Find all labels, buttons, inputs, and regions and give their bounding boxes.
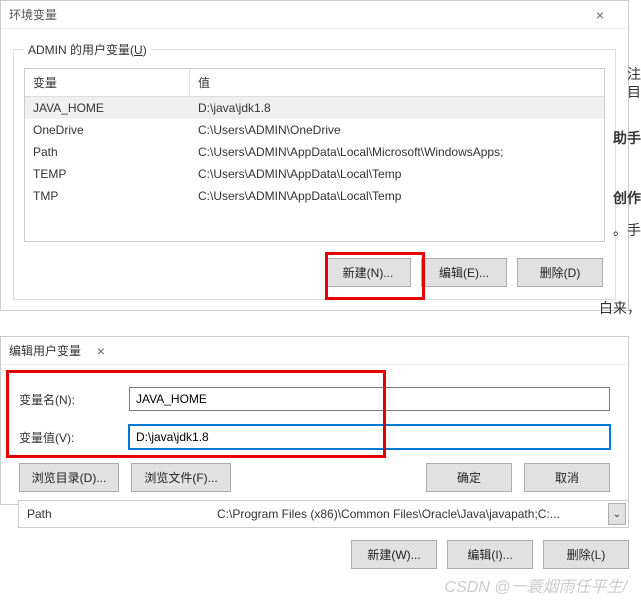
new-button[interactable]: 新建(N)... <box>325 258 411 287</box>
user-vars-group: ADMIN 的用户变量(U) 变量 值 JAVA_HOME D:\java\jd… <box>13 49 616 300</box>
cell-val: C:\Users\ADMIN\AppData\Local\Microsoft\W… <box>190 141 604 163</box>
edit-button[interactable]: 编辑(E)... <box>421 258 507 287</box>
cell-var: OneDrive <box>25 119 190 141</box>
cell-val: C:\Users\ADMIN\OneDrive <box>190 119 604 141</box>
browse-file-button[interactable]: 浏览文件(F)... <box>131 463 231 492</box>
close-icon[interactable]: × <box>580 7 620 23</box>
ok-button[interactable]: 确定 <box>426 463 512 492</box>
var-value-label: 变量值(V): <box>19 429 129 446</box>
side-text: 创作 <box>613 188 641 208</box>
header-variable[interactable]: 变量 <box>25 69 190 96</box>
dialog1-titlebar: 环境变量 × <box>1 1 628 29</box>
user-vars-table[interactable]: 变量 值 JAVA_HOME D:\java\jdk1.8 OneDrive C… <box>24 68 605 242</box>
side-text: 白来， <box>599 298 641 318</box>
cell-val: C:\Users\ADMIN\AppData\Local\Temp <box>190 185 604 207</box>
group-key: U <box>134 43 143 57</box>
cell-val-text: C:\Program Files (x86)\Common Files\Orac… <box>217 507 560 521</box>
cell-val: D:\java\jdk1.8 <box>190 97 604 119</box>
var-value-input[interactable] <box>129 425 610 449</box>
table-header: 变量 值 <box>25 69 604 97</box>
group-legend: ADMIN 的用户变量(U) <box>24 41 151 58</box>
edit-var-dialog: 编辑用户变量 × 变量名(N): 变量值(V): 浏览目录(D)... 浏览文件… <box>0 336 629 505</box>
env-vars-dialog: 环境变量 × ADMIN 的用户变量(U) 变量 值 JAVA_HOME D:\… <box>0 0 629 311</box>
cell-var: Path <box>19 501 209 527</box>
dialog2-body: 变量名(N): 变量值(V): 浏览目录(D)... 浏览文件(F)... 确定… <box>1 365 628 504</box>
table-empty-space <box>25 207 604 241</box>
dialog1-title: 环境变量 <box>9 6 580 23</box>
var-value-row: 变量值(V): <box>19 425 610 449</box>
browse-dir-button[interactable]: 浏览目录(D)... <box>19 463 119 492</box>
table-row[interactable]: JAVA_HOME D:\java\jdk1.8 <box>25 97 604 119</box>
delete-button[interactable]: 删除(D) <box>517 258 603 287</box>
cell-var: TMP <box>25 185 190 207</box>
side-text: 注 <box>627 64 641 84</box>
cell-var: JAVA_HOME <box>25 97 190 119</box>
table-row[interactable]: TMP C:\Users\ADMIN\AppData\Local\Temp <box>25 185 604 207</box>
cancel-button[interactable]: 取消 <box>524 463 610 492</box>
edit-button[interactable]: 编辑(I)... <box>447 540 533 569</box>
spacer <box>243 463 414 492</box>
delete-button[interactable]: 删除(L) <box>543 540 629 569</box>
close-icon[interactable]: × <box>81 343 121 359</box>
watermark: CSDN @一蓑烟雨任平生/ <box>445 573 627 597</box>
header-value[interactable]: 值 <box>190 69 604 96</box>
cell-var: TEMP <box>25 163 190 185</box>
chevron-down-icon[interactable]: ⌄ <box>608 503 626 525</box>
side-text: 助手 <box>613 128 641 148</box>
system-vars-buttons: 新建(W)... 编辑(I)... 删除(L) <box>18 540 629 569</box>
side-text: 目 <box>627 82 641 102</box>
table-row[interactable]: TEMP C:\Users\ADMIN\AppData\Local\Temp <box>25 163 604 185</box>
cell-val: C:\Program Files (x86)\Common Files\Orac… <box>209 501 628 527</box>
cell-var: Path <box>25 141 190 163</box>
table-row[interactable]: Path C:\Users\ADMIN\AppData\Local\Micros… <box>25 141 604 163</box>
dialog2-title: 编辑用户变量 <box>9 342 81 359</box>
system-vars-partial: Path C:\Program Files (x86)\Common Files… <box>18 500 629 569</box>
table-row[interactable]: OneDrive C:\Users\ADMIN\OneDrive <box>25 119 604 141</box>
user-vars-buttons: 新建(N)... 编辑(E)... 删除(D) <box>24 258 605 287</box>
group-label: ADMIN 的用户变量 <box>28 43 130 57</box>
dialog2-titlebar: 编辑用户变量 × <box>1 337 628 365</box>
cell-val: C:\Users\ADMIN\AppData\Local\Temp <box>190 163 604 185</box>
side-text: 。手 <box>613 220 641 240</box>
var-name-label: 变量名(N): <box>19 391 129 408</box>
new-button[interactable]: 新建(W)... <box>351 540 437 569</box>
table-body: JAVA_HOME D:\java\jdk1.8 OneDrive C:\Use… <box>25 97 604 241</box>
dialog2-buttons: 浏览目录(D)... 浏览文件(F)... 确定 取消 <box>19 463 610 492</box>
var-name-row: 变量名(N): <box>19 387 610 411</box>
table-row[interactable]: Path C:\Program Files (x86)\Common Files… <box>18 500 629 528</box>
var-name-input[interactable] <box>129 387 610 411</box>
